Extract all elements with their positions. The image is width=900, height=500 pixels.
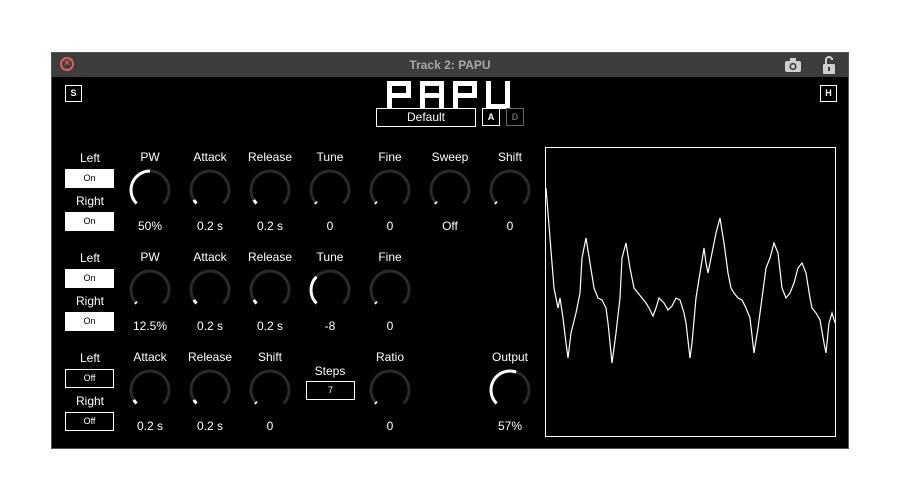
row1-pw-knob[interactable]	[126, 166, 174, 214]
row2-fine-knob[interactable]	[366, 266, 414, 314]
a-button[interactable]: A	[482, 108, 500, 126]
window-title: Track 2: PAPU	[409, 58, 491, 72]
title-bar: Track 2: PAPU ×	[52, 53, 848, 77]
row1-right-label: Right	[75, 194, 104, 208]
row2-fine-label: Fine	[378, 250, 402, 264]
row2-release-knob[interactable]	[246, 266, 294, 314]
lock-icon[interactable]	[822, 55, 836, 75]
row3-ratio-knob[interactable]	[366, 366, 414, 414]
row1-fine-knob[interactable]	[366, 166, 414, 214]
waveform-trace	[545, 187, 836, 364]
row2-tune-knob[interactable]	[306, 266, 354, 314]
row3-release-knob[interactable]	[186, 366, 234, 414]
output-label: Output	[491, 350, 529, 364]
plugin-window: Track 2: PAPU × S H Default A D Left On …	[51, 52, 849, 449]
row3-attack-knob[interactable]	[126, 366, 174, 414]
row3-right-label: Right	[75, 394, 104, 408]
oscilloscope-display	[545, 147, 836, 437]
row1-release-knob[interactable]	[246, 166, 294, 214]
row2-left-toggle[interactable]: On	[65, 269, 114, 288]
preset-selector[interactable]: Default	[376, 108, 476, 127]
row3-right-toggle[interactable]: Off	[65, 412, 114, 431]
row1-tune-knob[interactable]	[306, 166, 354, 214]
row1-left-toggle[interactable]: On	[65, 169, 114, 188]
camera-icon[interactable]	[784, 57, 802, 73]
row1-shift-label: Shift	[497, 150, 522, 164]
row3-shift-knob[interactable]	[246, 366, 294, 414]
row1-right-toggle[interactable]: On	[65, 212, 114, 231]
row3-steps-field[interactable]: 7	[306, 381, 355, 400]
output-value: 57%	[497, 419, 523, 433]
row1-shift-knob[interactable]	[486, 166, 534, 214]
row3-steps-label: Steps	[314, 364, 346, 378]
close-icon[interactable]: ×	[60, 57, 74, 71]
row1-shift-value: 0	[506, 219, 514, 233]
row3-left-toggle[interactable]: Off	[65, 369, 114, 388]
row2-right-label: Right	[75, 294, 104, 308]
papu-logo	[387, 81, 510, 109]
output-knob[interactable]	[486, 366, 534, 414]
row2-pw-knob[interactable]	[126, 266, 174, 314]
row3-ratio-value: 0	[386, 419, 394, 433]
d-button[interactable]: D	[506, 108, 524, 126]
row2-right-toggle[interactable]: On	[65, 312, 114, 331]
h-button[interactable]: H	[820, 85, 837, 102]
row3-shift-label: Shift	[257, 350, 282, 364]
row3-ratio-label: Ratio	[375, 350, 404, 364]
row3-shift-value: 0	[266, 419, 274, 433]
s-button[interactable]: S	[65, 85, 82, 102]
row2-fine-value: 0	[386, 319, 394, 333]
row2-attack-knob[interactable]	[186, 266, 234, 314]
row1-sweep-knob[interactable]	[426, 166, 474, 214]
row1-attack-knob[interactable]	[186, 166, 234, 214]
